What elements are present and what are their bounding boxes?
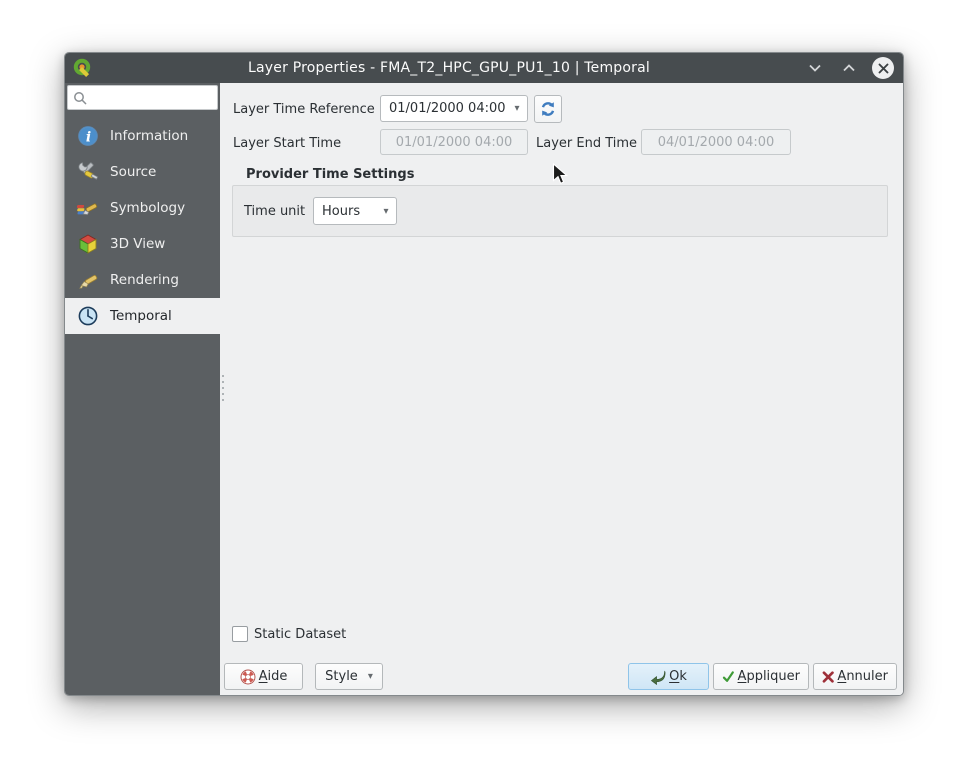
splitter-handle[interactable] — [221, 375, 225, 401]
minimize-button[interactable] — [804, 57, 826, 79]
temporal-icon — [76, 304, 100, 328]
chevron-down-icon — [809, 64, 821, 72]
sidebar-item-label: Source — [110, 164, 157, 180]
search-icon — [73, 90, 87, 109]
ok-arrow-icon — [651, 670, 666, 685]
layer-end-time-label: Layer End Time — [536, 136, 638, 151]
provider-time-settings-title: Provider Time Settings — [246, 167, 415, 182]
desktop: Layer Properties - FMA_T2_HPC_GPU_PU1_10… — [0, 0, 969, 774]
sidebar-item-label: Temporal — [110, 308, 172, 324]
time-unit-combobox[interactable]: Hours ▾ — [313, 197, 397, 225]
symbology-icon — [76, 196, 100, 220]
close-button[interactable] — [872, 57, 894, 79]
ok-button[interactable]: Ok — [628, 663, 709, 690]
rendering-icon — [76, 268, 100, 292]
button-label: Style — [325, 669, 358, 684]
button-label: Aide — [258, 669, 288, 684]
layer-time-reference-combobox[interactable]: 01/01/2000 04:00 ▾ — [380, 95, 528, 122]
button-label: Appliquer — [737, 669, 800, 684]
title-bar[interactable]: Layer Properties - FMA_T2_HPC_GPU_PU1_10… — [65, 53, 903, 83]
layer-properties-dialog: Layer Properties - FMA_T2_HPC_GPU_PU1_10… — [64, 52, 904, 696]
help-button[interactable]: Aide — [224, 663, 303, 690]
sidebar-item-label: 3D View — [110, 236, 166, 252]
window-controls — [804, 57, 896, 79]
search-input[interactable] — [67, 85, 218, 110]
apply-button[interactable]: Appliquer — [713, 663, 809, 690]
refresh-button[interactable] — [534, 95, 562, 123]
button-label: Annuler — [837, 669, 888, 684]
qgis-logo-icon — [72, 57, 94, 79]
sidebar-item-information[interactable]: i Information — [65, 118, 220, 154]
chevron-down-icon: ▾ — [514, 103, 520, 114]
cancel-x-icon — [822, 670, 834, 683]
chevron-up-icon — [843, 64, 855, 72]
window-title: Layer Properties - FMA_T2_HPC_GPU_PU1_10… — [248, 60, 650, 76]
sidebar-item-source[interactable]: Source — [65, 154, 220, 190]
chevron-down-icon: ▾ — [383, 205, 389, 217]
static-dataset-checkbox[interactable] — [232, 626, 248, 642]
time-unit-value: Hours — [322, 203, 361, 219]
cancel-button[interactable]: Annuler — [813, 663, 897, 690]
sidebar-item-label: Rendering — [110, 272, 179, 288]
close-icon — [878, 63, 888, 73]
checkmark-icon — [722, 671, 734, 682]
sidebar-item-3d-view[interactable]: 3D View — [65, 226, 220, 262]
svg-text:i: i — [86, 130, 91, 146]
maximize-button[interactable] — [838, 57, 860, 79]
layer-end-time-input: 04/01/2000 04:00 — [641, 129, 791, 155]
layer-start-time-label: Layer Start Time — [233, 136, 342, 151]
refresh-icon — [541, 102, 555, 116]
layer-time-reference-label: Layer Time Reference — [233, 102, 375, 117]
sidebar-item-symbology[interactable]: Symbology — [65, 190, 220, 226]
button-label: Ok — [669, 669, 687, 684]
sidebar-item-rendering[interactable]: Rendering — [65, 262, 220, 298]
temporal-panel: Layer Time Reference 01/01/2000 04:00 ▾ … — [220, 83, 903, 695]
chevron-down-icon: ▾ — [367, 671, 373, 682]
sidebar-item-temporal[interactable]: Temporal — [65, 298, 220, 334]
information-icon: i — [76, 124, 100, 148]
sidebar-nav: i Information Source Symbology 3D View R… — [65, 118, 220, 334]
help-buoy-icon — [240, 669, 256, 684]
3d-view-icon — [76, 232, 100, 256]
sidebar-item-label: Symbology — [110, 200, 186, 216]
sidebar-item-label: Information — [110, 128, 189, 144]
style-button[interactable]: Style ▾ — [315, 663, 383, 690]
time-unit-label: Time unit — [244, 204, 306, 219]
source-icon — [76, 160, 100, 184]
static-dataset-label: Static Dataset — [254, 627, 347, 642]
layer-start-time-input: 01/01/2000 04:00 — [380, 129, 528, 155]
sidebar-search — [67, 85, 218, 110]
layer-time-reference-value: 01/01/2000 04:00 — [389, 101, 506, 116]
properties-sidebar: i Information Source Symbology 3D View R… — [65, 83, 220, 695]
